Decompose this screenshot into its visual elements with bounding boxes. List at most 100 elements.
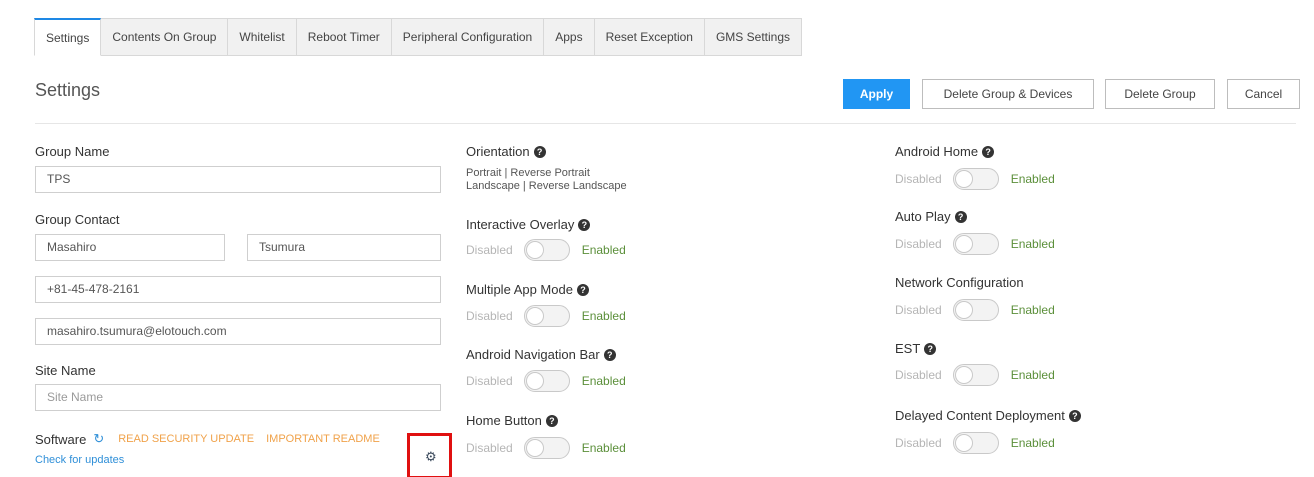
contact-email-input[interactable]: masahiro.tsumura@elotouch.com [35, 318, 441, 345]
tab-bar: Settings Contents On Group Whitelist Reb… [34, 18, 802, 56]
tab-apps[interactable]: Apps [544, 18, 595, 56]
toggle-knob [525, 307, 544, 325]
contact-first-name-input[interactable]: Masahiro [35, 234, 225, 261]
question-circle-icon[interactable]: ? [954, 210, 967, 223]
interactive-overlay-toggle[interactable] [523, 239, 570, 261]
toggle-knob [525, 372, 544, 390]
est-toggle[interactable] [952, 364, 999, 386]
enabled-text: Enabled [581, 441, 626, 455]
cancel-button[interactable]: Cancel [1227, 79, 1300, 109]
android-home-label: Android Home ? [895, 144, 995, 159]
contact-phone-input[interactable]: +81-45-478-2161 [35, 276, 441, 303]
software-row: Software ↻ READ SECURITY UPDATE IMPORTAN… [35, 431, 380, 447]
refresh-icon[interactable]: ↻ [93, 431, 104, 447]
network-configuration-toggle[interactable] [952, 299, 999, 321]
tab-reset-exception[interactable]: Reset Exception [594, 18, 705, 56]
enabled-text: Enabled [1010, 436, 1055, 450]
tab-gms-settings[interactable]: GMS Settings [704, 18, 802, 56]
delete-group-devices-button[interactable]: Delete Group & Devices [922, 79, 1094, 109]
question-circle-icon[interactable]: ? [1068, 409, 1081, 422]
orientation-label-text: Orientation [466, 144, 530, 159]
orientation-portrait-options[interactable]: Portrait | Reverse Portrait [466, 167, 627, 180]
enabled-text: Enabled [581, 243, 626, 257]
est-toggle-row: Disabled Enabled [895, 364, 1055, 386]
interactive-overlay-toggle-row: Disabled Enabled [466, 239, 626, 261]
group-name-input[interactable]: TPS [35, 166, 441, 193]
android-home-toggle[interactable] [952, 168, 999, 190]
contact-last-name-input[interactable]: Tsumura [247, 234, 441, 261]
apply-button[interactable]: Apply [843, 79, 910, 109]
tab-peripheral-configuration[interactable]: Peripheral Configuration [391, 18, 545, 56]
toggle-knob [954, 170, 973, 188]
toggle-knob [954, 366, 973, 384]
home-button-label: Home Button ? [466, 413, 558, 428]
est-label: EST ? [895, 341, 937, 356]
question-circle-icon[interactable]: ? [982, 145, 995, 158]
android-home-toggle-row: Disabled Enabled [895, 168, 1055, 190]
tab-reboot-timer[interactable]: Reboot Timer [296, 18, 392, 56]
interactive-overlay-label-text: Interactive Overlay [466, 217, 575, 232]
android-navigation-bar-label-text: Android Navigation Bar [466, 347, 600, 362]
tab-whitelist[interactable]: Whitelist [228, 18, 297, 56]
page-title: Settings [35, 80, 101, 100]
enabled-text: Enabled [1010, 237, 1055, 251]
enabled-text: Enabled [581, 374, 626, 388]
home-button-toggle-row: Disabled Enabled [466, 437, 626, 459]
auto-play-toggle[interactable] [952, 233, 999, 255]
network-configuration-label: Network Configuration [895, 275, 1024, 290]
group-contact-label: Group Contact [35, 212, 120, 227]
group-name-label: Group Name [35, 144, 110, 159]
tab-contents-on-group[interactable]: Contents On Group [101, 18, 229, 56]
disabled-text: Disabled [466, 441, 513, 455]
enabled-text: Enabled [1010, 172, 1055, 186]
disabled-text: Disabled [466, 309, 513, 323]
enabled-text: Enabled [1010, 303, 1055, 317]
delayed-content-deployment-label-text: Delayed Content Deployment [895, 408, 1065, 423]
delayed-content-deployment-toggle[interactable] [952, 432, 999, 454]
auto-play-label: Auto Play ? [895, 209, 967, 224]
multiple-app-mode-label: Multiple App Mode ? [466, 282, 589, 297]
disabled-text: Disabled [895, 172, 942, 186]
disabled-text: Disabled [895, 368, 942, 382]
disabled-text: Disabled [466, 374, 513, 388]
android-navigation-bar-toggle-row: Disabled Enabled [466, 370, 626, 392]
site-name-input[interactable]: Site Name [35, 384, 441, 411]
network-configuration-label-text: Network Configuration [895, 275, 1024, 290]
question-circle-icon[interactable]: ? [545, 414, 558, 427]
highlight-box [407, 433, 452, 477]
tab-settings[interactable]: Settings [34, 18, 102, 56]
home-button-label-text: Home Button [466, 413, 542, 428]
multiple-app-mode-label-text: Multiple App Mode [466, 282, 573, 297]
disabled-text: Disabled [466, 243, 513, 257]
enabled-text: Enabled [1010, 368, 1055, 382]
question-circle-icon[interactable]: ? [576, 283, 589, 296]
toggle-knob [954, 434, 973, 452]
question-circle-icon[interactable]: ? [924, 342, 937, 355]
disabled-text: Disabled [895, 303, 942, 317]
interactive-overlay-label: Interactive Overlay ? [466, 217, 591, 232]
multiple-app-mode-toggle-row: Disabled Enabled [466, 305, 626, 327]
android-home-label-text: Android Home [895, 144, 979, 159]
multiple-app-mode-toggle[interactable] [523, 305, 570, 327]
question-circle-icon[interactable]: ? [578, 218, 591, 231]
toggle-knob [525, 439, 544, 457]
question-circle-icon[interactable]: ? [603, 348, 616, 361]
orientation-landscape-options[interactable]: Landscape | Reverse Landscape [466, 180, 627, 193]
important-readme-link[interactable]: IMPORTANT README [266, 433, 380, 445]
read-security-update-link[interactable]: READ SECURITY UPDATE [118, 433, 254, 445]
orientation-options: Portrait | Reverse Portrait Landscape | … [466, 167, 627, 193]
disabled-text: Disabled [895, 237, 942, 251]
delete-group-button[interactable]: Delete Group [1105, 79, 1215, 109]
check-for-updates-link[interactable]: Check for updates [35, 454, 124, 466]
question-circle-icon[interactable]: ? [533, 145, 546, 158]
toggle-knob [954, 235, 973, 253]
home-button-toggle[interactable] [523, 437, 570, 459]
site-name-label: Site Name [35, 363, 96, 378]
header-divider [35, 123, 1296, 124]
android-navigation-bar-toggle[interactable] [523, 370, 570, 392]
orientation-label: Orientation ? [466, 144, 546, 159]
est-label-text: EST [895, 341, 921, 356]
disabled-text: Disabled [895, 436, 942, 450]
toggle-knob [954, 301, 973, 319]
software-label: Software [35, 431, 87, 447]
